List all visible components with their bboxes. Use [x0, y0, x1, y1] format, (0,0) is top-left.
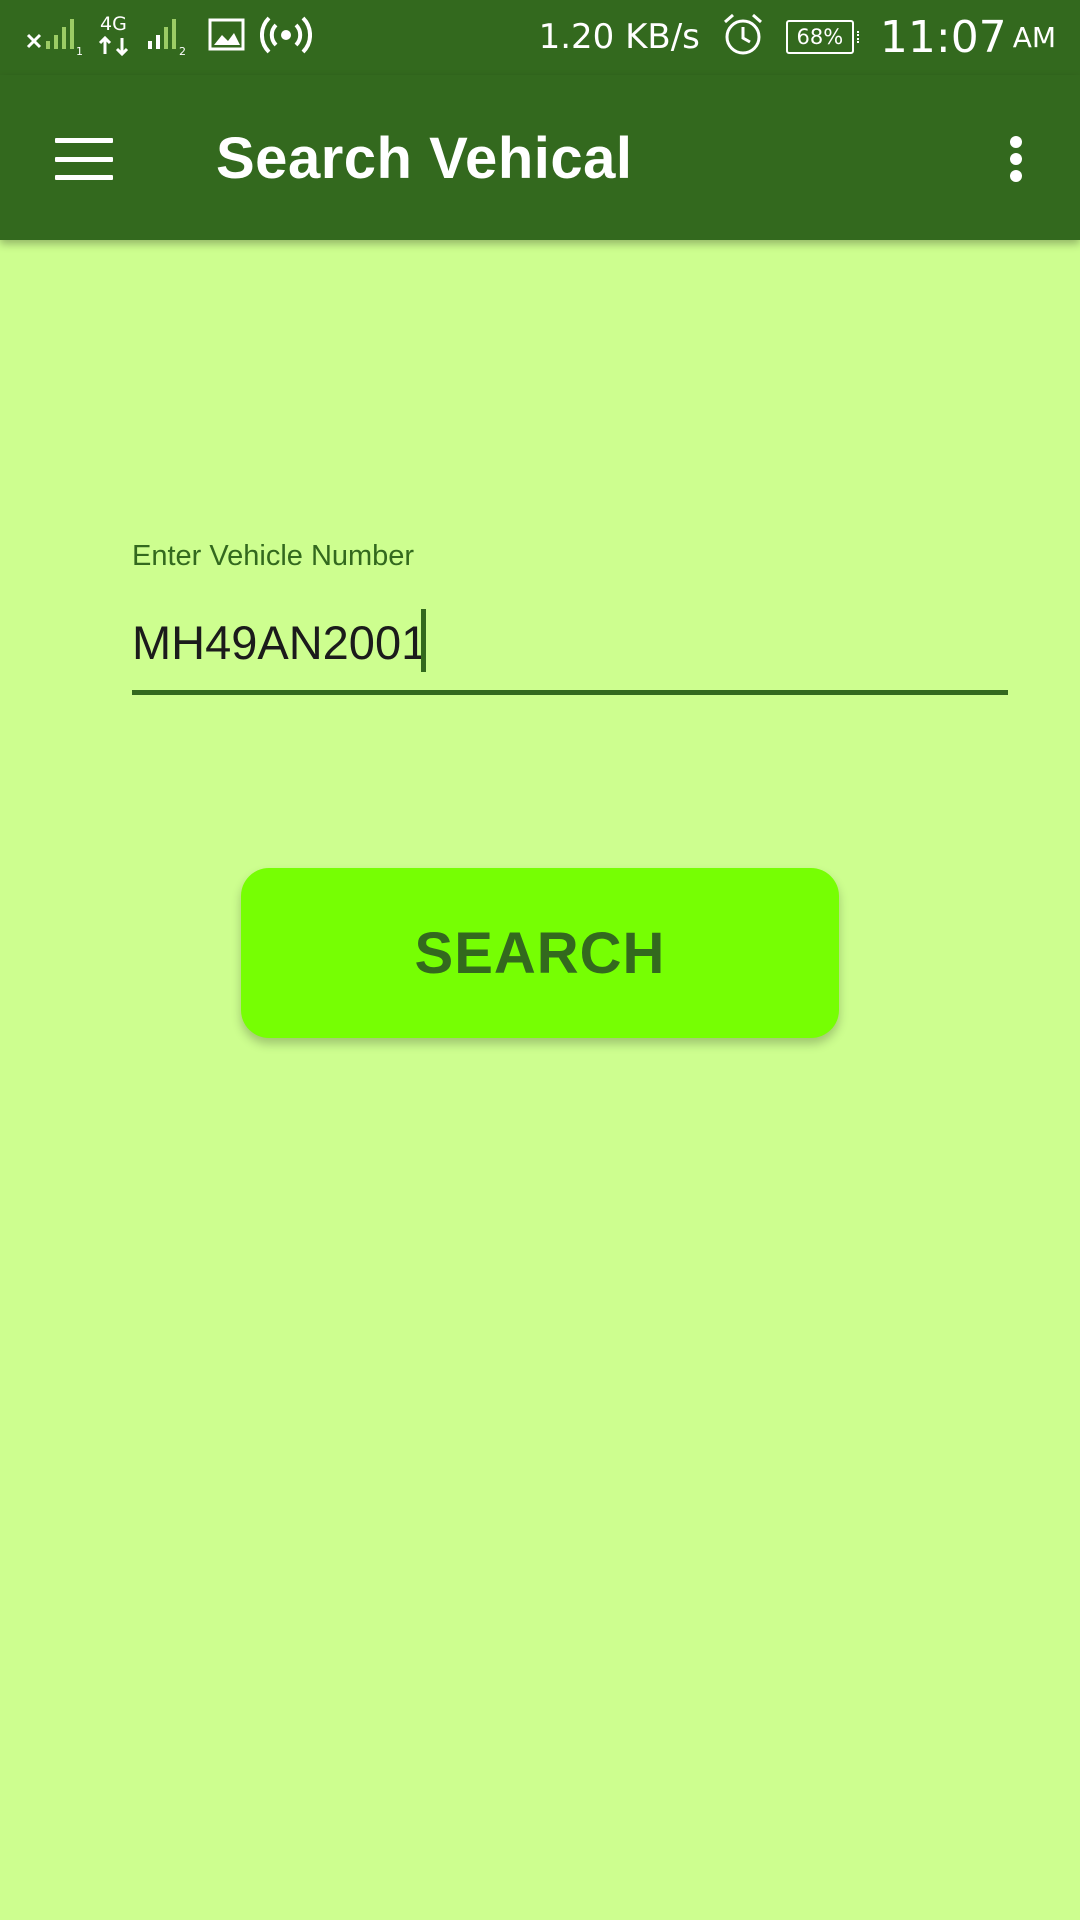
status-bar: 1 4G 2 1.20 KB/s 68% 11:07 AM [0, 0, 1080, 75]
no-signal-sim1-icon: 1 [26, 13, 84, 62]
text-cursor [421, 609, 426, 672]
more-vert-icon [1010, 136, 1022, 182]
vehicle-number-underline [132, 690, 1008, 695]
page-title: Search Vehical [216, 126, 633, 191]
overflow-menu-button[interactable] [972, 115, 1060, 203]
app-bar: Search Vehical [0, 75, 1080, 240]
clock-ampm: AM [1012, 20, 1056, 54]
svg-text:4G: 4G [100, 13, 127, 35]
search-button[interactable]: SEARCH [241, 868, 839, 1038]
signal-sim2-icon: 2 [146, 13, 194, 62]
vehicle-number-label: Enter Vehicle Number [132, 540, 415, 572]
status-bar-left: 1 4G 2 [26, 12, 326, 62]
4g-data-icon: 4G [98, 12, 132, 63]
gallery-notification-icon [208, 17, 246, 58]
alarm-icon [722, 12, 764, 63]
battery-icon: 68% [785, 20, 859, 54]
svg-text:2: 2 [179, 45, 186, 57]
svg-text:1: 1 [76, 45, 83, 57]
menu-button[interactable] [40, 115, 128, 203]
vehicle-number-input[interactable] [132, 606, 1008, 678]
status-bar-right: 1.20 KB/s 68% 11:07 AM [539, 8, 1056, 66]
network-speed: 1.20 KB/s [538, 17, 700, 57]
clock-time: 11:07 [879, 11, 1007, 63]
hotspot-icon [259, 14, 313, 61]
hamburger-menu-icon [55, 138, 113, 180]
